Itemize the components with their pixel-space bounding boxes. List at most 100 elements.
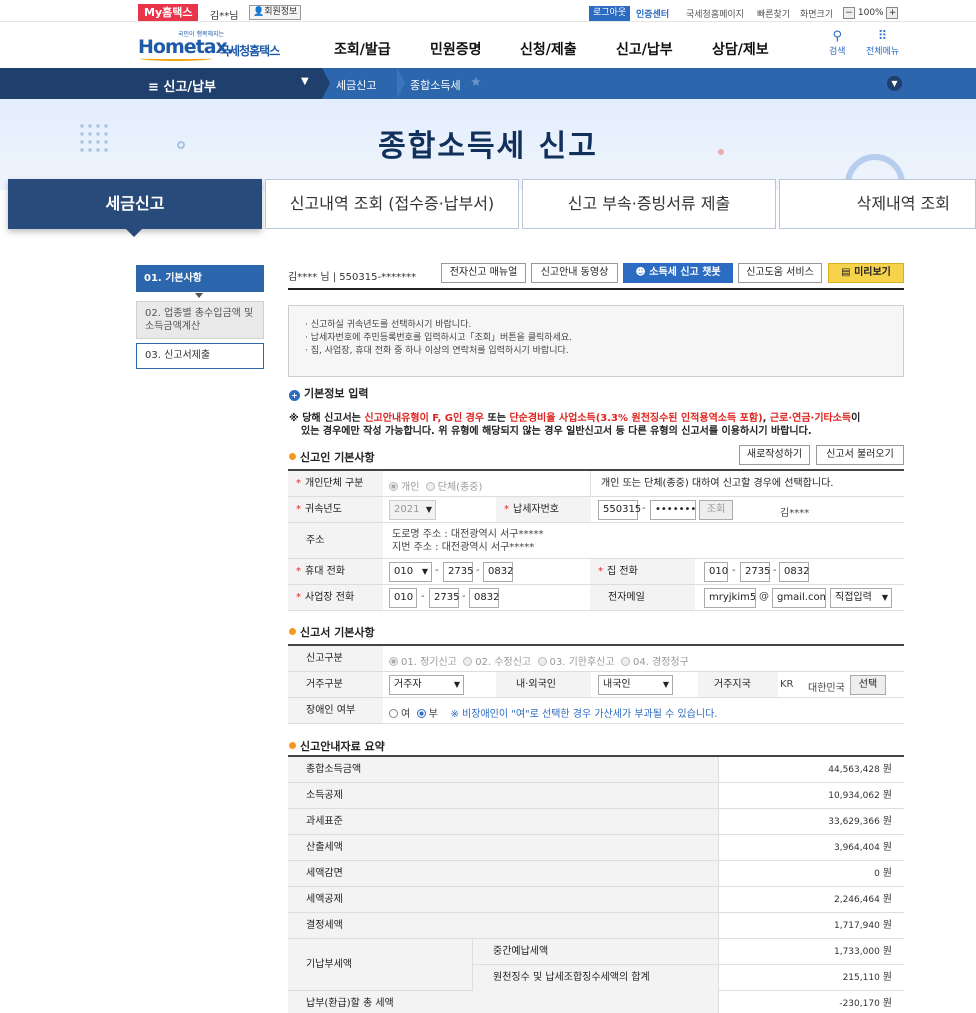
radio-individual[interactable] xyxy=(389,482,398,491)
home-prefix-input[interactable]: 010 xyxy=(704,562,728,582)
summary-row: 소득공제 10,934,062 원 xyxy=(288,783,904,809)
won-unit: 원 xyxy=(882,998,892,1009)
breadcrumb-tax-filing[interactable]: 세금신고 xyxy=(336,77,376,93)
mobile-mid-input[interactable]: 2735 xyxy=(443,562,473,582)
mobile-prefix-select[interactable]: 010 xyxy=(389,562,432,582)
nav-certificates[interactable]: 민원증명 xyxy=(430,39,482,59)
nav-inquiry[interactable]: 조회/발급 xyxy=(334,39,391,59)
step-basic-info[interactable]: 01. 기본사항 xyxy=(136,265,264,292)
email-domain-input[interactable]: gmail.com xyxy=(772,588,826,608)
favorite-star-icon[interactable]: ★ xyxy=(470,75,482,90)
preview-button[interactable]: ▤ 미리보기 xyxy=(828,263,904,283)
summary-label: 산출세액 xyxy=(288,835,718,860)
radio-correction-label: 04. 경정청구 xyxy=(632,657,689,668)
summary-value: 1,717,940 원 xyxy=(718,913,904,938)
summary-value: 10,934,062 원 xyxy=(718,783,904,808)
tab-tax-filing[interactable]: 세금신고 xyxy=(8,179,262,229)
nav-filing-payment[interactable]: 신고/납부 xyxy=(616,39,673,59)
summary-label: 세액공제 xyxy=(288,887,718,912)
guide-video-button[interactable]: 신고안내 동영상 xyxy=(531,263,618,283)
breadcrumb-separator xyxy=(397,68,405,99)
email-id-input[interactable]: mryjkim55 xyxy=(704,588,756,608)
biz-last-input[interactable]: 0832 xyxy=(469,588,499,608)
tab-attachments[interactable]: 신고 부속·증빙서류 제출 xyxy=(522,179,776,229)
residence-select[interactable]: 거주자 xyxy=(389,675,464,695)
tab-filing-history[interactable]: 신고내역 조회 (접수증·납부서) xyxy=(265,179,519,229)
tab-deleted-history[interactable]: 삭제내역 조회 xyxy=(779,179,976,229)
summary-amount: -230,170 xyxy=(839,999,880,1009)
logout-button[interactable]: 로그아웃 xyxy=(589,6,631,21)
mobile-last-input[interactable]: 0832 xyxy=(483,562,513,582)
national-select[interactable]: 내국인 xyxy=(598,675,673,695)
e-filing-manual-button[interactable]: 전자신고 매뉴얼 xyxy=(441,263,526,283)
nts-homepage-link[interactable]: 국세청홈페이지 xyxy=(686,7,744,20)
radio-disabled-no[interactable] xyxy=(416,709,426,718)
taxno-label: * 납세자번호 xyxy=(496,497,591,522)
won-unit: 원 xyxy=(882,920,892,931)
radio-group[interactable] xyxy=(425,482,435,491)
won-unit: 원 xyxy=(882,894,892,905)
new-write-button[interactable]: 새로작성하기 xyxy=(739,445,810,465)
biz-prefix-input[interactable]: 010 xyxy=(389,588,417,608)
member-info-button[interactable]: 👤회원정보 xyxy=(249,5,302,20)
chatbot-button[interactable]: ☻ 소득세 신고 챗봇 xyxy=(623,263,733,283)
summary-amount: 215,110 xyxy=(842,973,880,983)
hometax-logo[interactable]: 국민이 행복해지는 Hometax. 국세청홈택스 xyxy=(138,28,283,62)
zoom-value: 100% xyxy=(857,8,884,18)
radio-regular[interactable] xyxy=(389,657,398,666)
breadcrumb-income-tax[interactable]: 종합소득세 xyxy=(410,77,461,93)
home-mid-input[interactable]: 2735 xyxy=(740,562,770,582)
filer-heading: 신고인 기본사항 xyxy=(289,449,375,465)
radio-late[interactable] xyxy=(537,657,547,666)
email-domain-select[interactable]: 직접입력 xyxy=(830,588,892,608)
report-table: 신고구분 01. 정기신고 02. 수정신고 03. 기한후신고 04. 경정청… xyxy=(288,644,904,724)
lookup-button[interactable]: 조회 xyxy=(699,500,733,520)
breadcrumb-dropdown-icon[interactable]: ▼ xyxy=(301,76,309,87)
step-income-calc[interactable]: 02. 업종별 총수입금액 및 소득금액계산 xyxy=(136,301,264,339)
zoom-in-button[interactable]: + xyxy=(886,6,899,19)
radio-regular-label: 01. 정기신고 xyxy=(401,657,457,668)
radio-amended[interactable] xyxy=(463,657,473,666)
search-button[interactable]: ⚲ 검색 xyxy=(829,30,846,58)
won-unit: 원 xyxy=(882,946,892,957)
zoom-out-button[interactable]: − xyxy=(843,6,855,19)
radio-disabled-yes-label: 여 xyxy=(401,709,411,720)
biz-mid-input[interactable]: 2735 xyxy=(429,588,459,608)
taxno-front-input[interactable]: 550315 xyxy=(598,500,641,520)
summary-amount: 1,733,000 xyxy=(833,947,880,957)
radio-disabled-yes[interactable] xyxy=(389,709,398,718)
road-address: 도로명 주소 : 대전광역시 서구***** xyxy=(392,529,544,540)
summary-value: 44,563,428 원 xyxy=(718,757,904,782)
load-return-button[interactable]: 신고서 불러오기 xyxy=(816,445,904,465)
summary-label: 세액감면 xyxy=(288,861,718,886)
country-select-button[interactable]: 선택 xyxy=(850,675,886,695)
notice-line: · 납세자번호에 주민등록번호를 입력하시고「조회」버튼을 클릭하세요. xyxy=(305,333,573,343)
cert-center-link[interactable]: 인증센터 xyxy=(636,7,669,20)
plus-icon: + xyxy=(289,390,300,401)
home-last-input[interactable]: 0832 xyxy=(779,562,809,582)
chevron-down-icon[interactable]: ▼ xyxy=(887,76,902,91)
row-disabled: 장애인 여부 여 부 ※ 비장애인이 "여"로 선택한 경우 가산세가 부과될 … xyxy=(288,698,904,724)
radio-correction[interactable] xyxy=(620,657,630,666)
breadcrumb-menu[interactable]: ≡ 신고/납부 xyxy=(148,76,216,95)
bullet-icon xyxy=(289,742,296,749)
won-unit: 원 xyxy=(882,868,892,879)
dash: - xyxy=(462,591,466,602)
nav-consult[interactable]: 상담/제보 xyxy=(712,39,769,59)
dash: - xyxy=(421,591,425,602)
step-submit[interactable]: 03. 신고서제출 xyxy=(136,343,264,369)
nav-application[interactable]: 신청/제출 xyxy=(520,39,577,59)
filer-type-hint: 개인 또는 단체(종중) 대하여 신고할 경우에 선택합니다. xyxy=(590,471,904,496)
summary-value: 33,629,366 원 xyxy=(718,809,904,834)
warning-text: ※ 당해 신고서는 신고안내유형이 F, G인 경우 또는 단순경비율 사업소득… xyxy=(289,412,904,438)
row-address: 주소 도로명 주소 : 대전광역시 서구***** 지번 주소 : 대전광역시 … xyxy=(288,523,904,559)
my-hometax-button[interactable]: My홈택스 xyxy=(138,4,199,21)
year-select[interactable]: 2021 xyxy=(389,500,436,520)
all-menu-button[interactable]: ⠿ 전체메뉴 xyxy=(866,30,899,58)
quick-find-link[interactable]: 빠른찾기 xyxy=(757,7,790,20)
taxno-back-input[interactable]: ••••••• xyxy=(650,500,696,520)
user-icon: 👤 xyxy=(253,7,265,17)
summary-row: 산출세액 3,964,404 원 xyxy=(288,835,904,861)
filing-help-button[interactable]: 신고도움 서비스 xyxy=(738,263,822,283)
summary-amount: 3,964,404 xyxy=(833,843,880,853)
